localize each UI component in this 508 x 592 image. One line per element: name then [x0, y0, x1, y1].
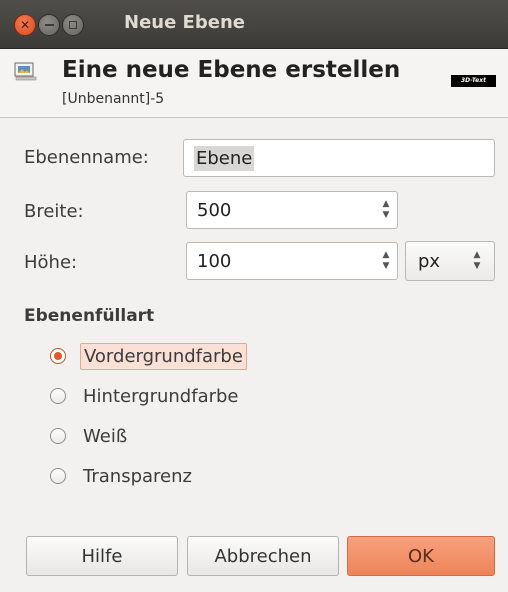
fill-option-label: Vordergrundfarbe — [80, 342, 247, 370]
layer-icon — [14, 62, 37, 81]
height-label: Höhe: — [24, 252, 78, 273]
maximize-icon — [69, 21, 77, 29]
width-spinbutton[interactable]: 500 ▲ ▼ — [186, 191, 398, 229]
radio-button-checked[interactable] — [50, 348, 66, 364]
height-value: 100 — [197, 250, 232, 272]
fill-option-label: Transparenz — [83, 465, 192, 487]
layer-name-input[interactable]: Ebene — [183, 139, 495, 177]
width-label: Breite: — [24, 201, 84, 222]
unit-value: px — [418, 250, 441, 272]
combo-arrows-icon: ▲ ▼ — [473, 250, 481, 271]
fill-type-heading: Ebenenfüllart — [24, 306, 155, 326]
minimize-button[interactable] — [38, 14, 60, 36]
fill-option-background[interactable]: Hintergrundfarbe — [50, 381, 242, 411]
layer-preview-badge: 3D-Text — [451, 75, 496, 87]
fill-option-transparency[interactable]: Transparenz — [50, 461, 195, 491]
width-value: 500 — [197, 199, 232, 221]
minimize-icon — [44, 24, 54, 26]
fill-option-label: Weiß — [83, 425, 128, 447]
image-name: [Unbenannt]-5 — [62, 91, 165, 107]
title-bar[interactable]: ✕ Neue Ebene — [0, 0, 508, 49]
window-title: Neue Ebene — [124, 12, 245, 33]
close-icon: ✕ — [19, 18, 31, 32]
maximize-button[interactable] — [62, 14, 84, 36]
fill-option-white[interactable]: Weiß — [50, 421, 130, 451]
height-spinbutton[interactable]: 100 ▲ ▼ — [186, 242, 398, 280]
radio-button[interactable] — [50, 388, 66, 404]
help-button[interactable]: Hilfe — [26, 536, 178, 576]
unit-combobox[interactable]: px ▲ ▼ — [405, 241, 495, 281]
radio-button[interactable] — [50, 428, 66, 444]
header-title: Eine neue Ebene erstellen — [62, 57, 401, 83]
ok-button[interactable]: OK — [347, 536, 495, 576]
cancel-button[interactable]: Abbrechen — [187, 536, 339, 576]
spin-arrows-icon[interactable]: ▲ ▼ — [375, 192, 397, 228]
close-button[interactable]: ✕ — [14, 14, 36, 36]
layer-name-label: Ebenenname: — [24, 147, 149, 168]
fill-option-foreground[interactable]: Vordergrundfarbe — [50, 341, 247, 371]
spin-arrows-icon[interactable]: ▲ ▼ — [375, 243, 397, 279]
layer-name-value: Ebene — [194, 145, 255, 171]
dialog-window: ✕ Neue Ebene Eine neue Ebene erstellen [… — [0, 0, 508, 592]
fill-option-label: Hintergrundfarbe — [83, 385, 239, 407]
radio-button[interactable] — [50, 468, 66, 484]
dialog-header: Eine neue Ebene erstellen [Unbenannt]-5 — [0, 49, 508, 118]
